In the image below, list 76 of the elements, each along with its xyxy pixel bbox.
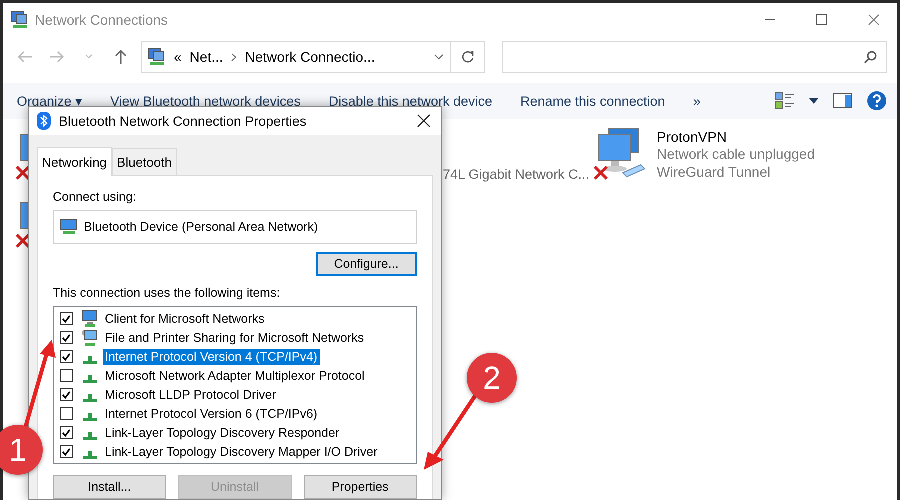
checkmark-icon (62, 314, 71, 322)
network-folder-icon (11, 11, 29, 29)
command-button[interactable]: Rename this connection (520, 94, 666, 108)
chevron-right-icon (231, 52, 238, 62)
help-icon[interactable] (867, 91, 887, 111)
search-icon (864, 50, 878, 64)
dialog-button[interactable]: Properties (304, 475, 417, 499)
view-options-icon[interactable] (775, 92, 795, 110)
tab[interactable]: Bluetooth (112, 148, 177, 175)
connection-name: ProtonVPN (657, 129, 728, 145)
bluetooth-icon (37, 112, 51, 130)
device-name: WireGuard Tunnel (657, 163, 772, 181)
address-bar[interactable]: « Net... Network Connectio... (141, 41, 451, 73)
field-label: Connect using: (53, 190, 138, 204)
checkbox[interactable] (60, 312, 73, 325)
checkmark-icon (62, 334, 71, 342)
refresh-button[interactable] (451, 41, 485, 73)
list-label: This connection uses the following items: (53, 286, 282, 300)
breadcrumb-item[interactable]: Net... (190, 49, 224, 65)
checkmark-icon (62, 448, 71, 456)
network-protocol-icon (83, 374, 97, 382)
list-item[interactable]: Client for Microsoft Networks (103, 310, 267, 326)
network-folder-icon (148, 48, 166, 66)
close-icon (417, 114, 431, 128)
preview-pane-icon[interactable] (833, 93, 853, 109)
tab[interactable]: Networking (37, 147, 112, 176)
list-item[interactable]: Link-Layer Topology Discovery Mapper I/O Driver (103, 444, 380, 460)
dialog-title: Bluetooth Network Connection Properties (59, 114, 308, 128)
chevron-down-icon (434, 54, 444, 60)
checkbox[interactable] (60, 350, 73, 363)
network-computer-icon (81, 328, 99, 346)
network-protocol-icon (83, 432, 97, 440)
breadcrumb-overflow[interactable]: « (174, 49, 182, 65)
network-adapter-icon (60, 219, 78, 235)
chevron-down-icon (85, 54, 93, 60)
adapter-name: Bluetooth Device (Personal Area Network) (84, 220, 318, 234)
device-name: 74L Gigabit Network C... (443, 167, 591, 182)
network-protocol-icon (83, 394, 97, 402)
checkbox[interactable] (60, 426, 73, 439)
command-button[interactable]: Disable this network device (328, 94, 492, 108)
connection-status: Network cable unplugged (657, 145, 815, 163)
list-item[interactable]: Internet Protocol Version 4 (TCP/IPv4) (103, 348, 320, 364)
network-protocol-icon (83, 450, 97, 458)
network-computer-icon (81, 310, 99, 328)
caret-icon[interactable] (809, 98, 819, 104)
up-arrow-icon (115, 49, 127, 65)
checkbox[interactable] (60, 369, 73, 382)
list-item[interactable]: File and Printer Sharing for Microsoft Networks (103, 330, 366, 346)
checkbox[interactable] (60, 407, 73, 420)
maximize-icon (816, 14, 828, 26)
search-field[interactable] (502, 41, 887, 73)
dialog-button[interactable]: Install... (53, 475, 166, 499)
items-list[interactable] (53, 306, 417, 464)
back-arrow-icon (17, 51, 33, 63)
command-button[interactable]: » (693, 94, 701, 108)
window-title: Network Connections (35, 12, 170, 28)
list-item[interactable]: Internet Protocol Version 6 (TCP/IPv6) (103, 406, 320, 422)
network-protocol-icon (83, 412, 97, 420)
checkmark-icon (62, 390, 71, 398)
checkbox[interactable] (60, 331, 73, 344)
checkbox[interactable] (60, 388, 73, 401)
breadcrumb-item[interactable]: Network Connectio... (245, 49, 376, 65)
refresh-icon (460, 50, 474, 64)
configure-button[interactable]: Configure... (316, 252, 417, 276)
command-button[interactable]: Organize ▾ (17, 93, 83, 109)
checkmark-icon (62, 428, 71, 436)
list-item[interactable]: Microsoft LLDP Protocol Driver (103, 386, 278, 402)
list-item[interactable]: Microsoft Network Adapter Multiplexor Protocol (103, 368, 367, 384)
forward-arrow-icon (49, 51, 65, 63)
close-icon (868, 14, 880, 26)
command-button[interactable]: View Bluetooth network devices (110, 94, 301, 108)
checkbox[interactable] (60, 445, 73, 458)
connection-item[interactable]: ProtonVPN Network cable unplugged WireGuard Tunnel (593, 127, 897, 183)
checkmark-icon (62, 352, 71, 360)
list-item[interactable]: Link-Layer Topology Discovery Responder (103, 424, 342, 440)
network-protocol-icon (83, 356, 97, 364)
